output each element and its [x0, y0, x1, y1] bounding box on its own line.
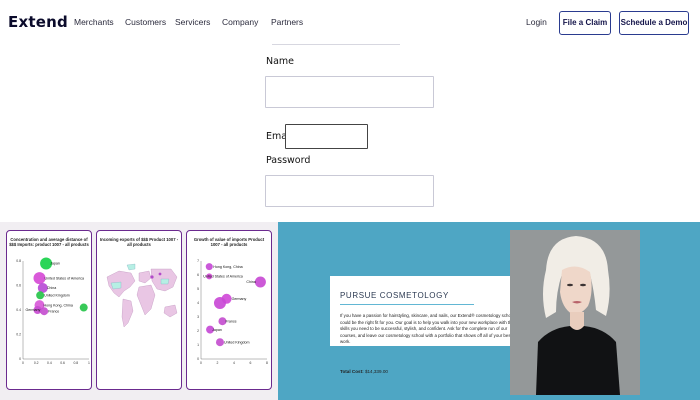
point-label: China: [47, 286, 56, 290]
x-tick-label: 0: [22, 361, 24, 365]
cost-value: $14,339.00: [364, 369, 388, 374]
map-region-south-america: [121, 298, 134, 328]
x-tick-label: 1: [88, 361, 90, 365]
password-input[interactable]: [266, 176, 433, 206]
x-tick-label: 8: [266, 361, 268, 365]
x-tick-label: 6: [250, 361, 252, 365]
cost-label: Total Cost:: [340, 369, 364, 374]
model-photo: [510, 230, 640, 395]
map-highlight-china: [160, 278, 170, 285]
map-region-africa: [136, 284, 156, 316]
name-field[interactable]: [265, 76, 434, 108]
point-label: United States of America: [203, 275, 243, 279]
y-tick-label: 4: [197, 301, 199, 305]
data-point: [40, 307, 49, 316]
x-tick-label: 0.4: [47, 361, 52, 365]
promo-cost: Total Cost: $14,339.00: [340, 369, 388, 374]
point-label: Japan: [50, 262, 60, 266]
concentration-scatter-chart: 0.8 0.6 0.4 0.2 00 0.2 0.4 0.6 0.8 1 Japan United S…: [16, 257, 90, 365]
point-label: United Kingdom: [224, 340, 250, 344]
growth-chart-card: Growth of value of imports Product 1007 …: [186, 230, 272, 390]
exports-map-card: Incoming exports of $$$ Product 1007 - a…: [96, 230, 182, 390]
y-tick-label: 0.8: [16, 259, 21, 263]
password-field[interactable]: [265, 175, 434, 207]
nav-link-customers[interactable]: Customers: [125, 17, 166, 27]
data-point: [254, 276, 266, 288]
name-input[interactable]: [266, 77, 433, 107]
point-label: France: [225, 319, 236, 323]
x-tick-label: 0.6: [60, 361, 65, 365]
y-tick-label: 3: [197, 315, 199, 319]
map-highlight-greenland: [126, 263, 136, 271]
y-tick-label: 0.6: [16, 284, 21, 288]
top-navbar: Extend Merchants Customers Servicers Com…: [0, 0, 700, 46]
promo-title: PURSUE COSMETOLOGY: [340, 291, 449, 300]
y-tick-label: 2: [197, 329, 199, 333]
x-tick-label: 0: [200, 361, 202, 365]
y-tick-label: 6: [197, 273, 199, 277]
x-tick-label: 0.8: [73, 361, 78, 365]
nav-link-partners[interactable]: Partners: [271, 17, 303, 27]
point-label: Germany: [232, 297, 247, 301]
email-field[interactable]: [285, 124, 368, 149]
chart-panel: Concentration and average distance of $$…: [0, 222, 278, 400]
map-highlight-us: [110, 281, 122, 290]
login-link[interactable]: Login: [526, 17, 547, 27]
point-label: Japan: [212, 328, 222, 332]
y-tick-label: 0: [19, 357, 21, 361]
nav-link-servicers[interactable]: Servicers: [175, 17, 210, 27]
y-tick-label: 0: [197, 357, 199, 361]
nav-link-company[interactable]: Company: [222, 17, 258, 27]
password-label: Password: [266, 155, 311, 166]
y-tick-label: 7: [197, 259, 199, 263]
extend-logo[interactable]: Extend: [8, 13, 68, 31]
y-tick-label: 5: [197, 287, 199, 291]
cosmetology-banner: PURSUE COSMETOLOGY If you have a passion…: [278, 222, 700, 400]
y-tick-label: 0.4: [16, 308, 21, 312]
growth-scatter-chart: 7 6 5 4 3 2 1 00 2 4 6 8 Hong Kong, China United Stat…: [197, 259, 268, 365]
point-label: United Kingdom: [44, 294, 70, 298]
concentration-chart-card: Concentration and average distance of $$…: [6, 230, 92, 390]
nav-link-merchants[interactable]: Merchants: [74, 17, 114, 27]
y-tick-label: 0.2: [16, 333, 21, 337]
name-label: Name: [266, 56, 295, 67]
file-claim-button[interactable]: File a Claim: [559, 11, 611, 35]
promo-description: If you have a passion for hairstyling, s…: [340, 313, 515, 345]
data-point: [205, 263, 213, 271]
data-point: [215, 338, 224, 347]
data-point: [36, 291, 45, 300]
point-label: United States of America: [45, 276, 85, 280]
point-label: Hong Kong, China: [44, 303, 73, 307]
x-tick-label: 0.2: [34, 361, 39, 365]
promo-divider: [340, 304, 474, 305]
y-tick-label: 1: [197, 343, 199, 347]
map-region-australia: [163, 304, 178, 318]
point-label: Hong Kong, China: [213, 265, 242, 269]
map-region-europe: [138, 270, 152, 284]
point-label: Germany: [26, 308, 41, 312]
map-marker: [150, 275, 154, 279]
x-tick-label: 2: [217, 361, 219, 365]
point-label: China: [246, 280, 255, 284]
data-point: [79, 303, 88, 312]
email-input[interactable]: [286, 125, 367, 148]
x-tick-label: 4: [233, 361, 235, 365]
divider: [272, 44, 400, 45]
data-point: [213, 297, 226, 309]
point-label: France: [48, 309, 59, 313]
schedule-demo-button[interactable]: Schedule a Demo: [619, 11, 689, 35]
map-marker: [158, 272, 162, 276]
world-map: [106, 263, 178, 328]
